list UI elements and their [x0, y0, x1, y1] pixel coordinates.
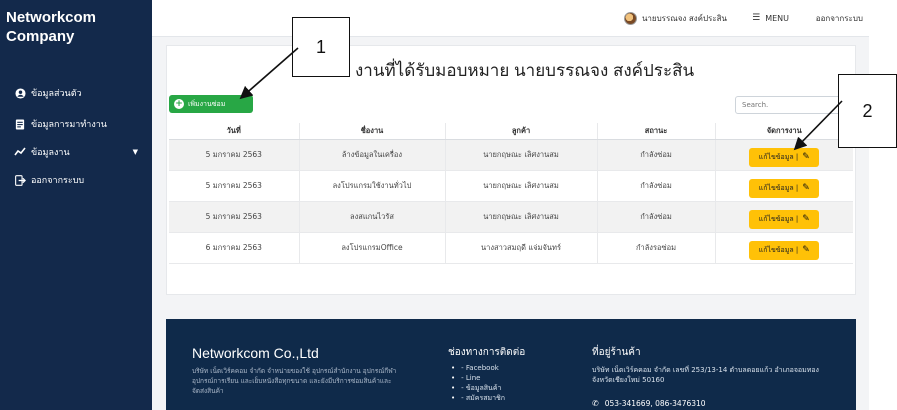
- menu-label: MENU: [765, 13, 789, 23]
- cell-task: ลงโปรแกรมใช้งานทั่วไป: [299, 170, 446, 202]
- edit-button-label: แก้ไขข้อมูล |: [758, 214, 799, 223]
- add-button-label: เพิ่มงานซ่อม: [188, 99, 226, 108]
- column-header-manage[interactable]: จัดการงาน: [715, 123, 853, 140]
- cell-date: 5 มกราคม 2563: [169, 139, 300, 171]
- edit-button-label: แก้ไขข้อมูล |: [758, 183, 799, 192]
- cell-date: 6 มกราคม 2563: [169, 232, 300, 264]
- column-header-date[interactable]: วันที่: [169, 123, 300, 140]
- cell-task: ล้างข้อมูลในเครื่อง: [299, 139, 446, 171]
- cell-action: แก้ไขข้อมูล | ✎: [715, 170, 853, 202]
- logout-link[interactable]: ออกจากระบบ: [816, 10, 863, 26]
- cell-customer: นายกฤษณะ เลิศงานสม: [445, 170, 598, 202]
- page-margin: [869, 0, 897, 410]
- footer-contact-links: - Facebook - Line - ข้อมูลสินค้า - สมัคร…: [451, 363, 505, 403]
- sidebar: Networkcom Company ข้อมูลส่วนตัว ข้อมูลก…: [0, 0, 152, 410]
- avatar: [623, 11, 637, 25]
- id-card-icon: [14, 118, 26, 130]
- app-window: Networkcom Company ข้อมูลส่วนตัว ข้อมูลก…: [0, 0, 897, 410]
- plus-circle-icon: +: [174, 99, 184, 109]
- footer: Networkcom Co.,Ltd บริษัท เน็ตเวิร์คคอม …: [166, 319, 856, 410]
- table-header-row: วันที่ ชื่องาน ลูกค้า สถานะ จัดการงาน: [169, 123, 853, 140]
- user-circle-icon: [14, 87, 26, 99]
- cell-task: ลงสแกนไวรัส: [299, 201, 446, 233]
- sidebar-item-profile[interactable]: ข้อมูลส่วนตัว: [14, 84, 82, 102]
- footer-address: บริษัท เน็ตเวิร์คคอม จำกัด เลขที่ 253/13…: [592, 366, 819, 384]
- cell-customer: นายกฤษณะ เลิศงานสม: [445, 201, 598, 233]
- footer-phone-number: 053-341669, 086-3476310: [604, 399, 706, 408]
- cell-date: 5 มกราคม 2563: [169, 170, 300, 202]
- sidebar-item-logout[interactable]: ออกจากระบบ: [14, 171, 84, 189]
- pencil-icon: ✎: [802, 245, 810, 255]
- cell-status: กำลังซ่อม: [597, 139, 716, 171]
- edit-button[interactable]: แก้ไขข้อมูล | ✎: [749, 178, 820, 198]
- add-repair-button[interactable]: + เพิ่มงานซ่อม: [169, 95, 253, 113]
- sidebar-item-work[interactable]: ข้อมูลงาน: [14, 143, 70, 161]
- edit-button-label: แก้ไขข้อมูล |: [758, 152, 799, 161]
- footer-link-line[interactable]: - Line: [451, 373, 505, 383]
- edit-button[interactable]: แก้ไขข้อมูล | ✎: [749, 240, 820, 260]
- callout-1: 1: [292, 17, 350, 77]
- footer-link-register[interactable]: - สมัครสมาชิก: [451, 393, 505, 403]
- callout-2: 2: [838, 74, 897, 148]
- footer-link-products[interactable]: - ข้อมูลสินค้า: [451, 383, 505, 393]
- pencil-icon: ✎: [802, 183, 810, 193]
- sign-out-icon: [14, 174, 26, 186]
- sidebar-item-label: ข้อมูลการมาทำงาน: [31, 120, 107, 130]
- footer-phone: ✆ 053-341669, 086-3476310: [592, 399, 706, 408]
- edit-button[interactable]: แก้ไขข้อมูล | ✎: [749, 147, 820, 167]
- topbar: นายบรรณจง สงค์ประสิน ☰ MENU ออกจากระบบ: [152, 0, 869, 37]
- cell-action: แก้ไขข้อมูล | ✎: [715, 201, 853, 233]
- sidebar-item-label: ข้อมูลงาน: [31, 148, 70, 158]
- phone-icon: ✆: [592, 399, 599, 408]
- cell-customer: นายกฤษณะ เลิศงานสม: [445, 139, 598, 171]
- cell-task: ลงโปรแกรมOffice: [299, 232, 446, 264]
- cell-status: กำลังซ่อม: [597, 201, 716, 233]
- edit-button[interactable]: แก้ไขข้อมูล | ✎: [749, 209, 820, 229]
- column-header-status[interactable]: สถานะ: [597, 123, 716, 140]
- search-input[interactable]: [735, 96, 845, 114]
- user-name: นายบรรณจง สงค์ประสิน: [641, 13, 727, 23]
- cell-action: แก้ไขข้อมูล | ✎: [715, 232, 853, 264]
- caret-down-icon[interactable]: ▼: [133, 148, 138, 156]
- menu-lines-icon: ☰: [752, 13, 761, 23]
- task-card: งานที่ได้รับมอบหมาย นายบรรณจง สงค์ประสิน…: [166, 45, 856, 295]
- footer-contact-heading: ช่องทางการติดต่อ: [448, 347, 526, 358]
- table-row: 5 มกราคม 2563 ลงโปรแกรมใช้งานทั่วไป นายก…: [169, 170, 853, 202]
- column-header-customer[interactable]: ลูกค้า: [445, 123, 598, 140]
- pencil-icon: ✎: [802, 214, 810, 224]
- cell-date: 5 มกราคม 2563: [169, 201, 300, 233]
- cell-status: กำลังซ่อม: [597, 170, 716, 202]
- pencil-icon: ✎: [802, 152, 810, 162]
- table-row: 6 มกราคม 2563 ลงโปรแกรมOffice นางสาวสมฤด…: [169, 232, 853, 264]
- cell-action: แก้ไขข้อมูล | ✎: [715, 139, 853, 171]
- cell-status: กำลังรอซ่อม: [597, 232, 716, 264]
- task-table: วันที่ ชื่องาน ลูกค้า สถานะ จัดการงาน 5 …: [169, 123, 853, 264]
- user-menu[interactable]: นายบรรณจง สงค์ประสิน: [623, 10, 727, 26]
- menu-button[interactable]: ☰ MENU: [752, 10, 789, 26]
- sidebar-item-label: ออกจากระบบ: [31, 176, 85, 186]
- footer-brand: Networkcom Co.,Ltd: [192, 345, 319, 361]
- chart-line-icon: [14, 146, 26, 158]
- edit-button-label: แก้ไขข้อมูล |: [758, 245, 799, 254]
- table-row: 5 มกราคม 2563 ลงสแกนไวรัส นายกฤษณะ เลิศง…: [169, 201, 853, 233]
- table-row: 5 มกราคม 2563 ล้างข้อมูลในเครื่อง นายกฤษ…: [169, 139, 853, 171]
- column-header-task[interactable]: ชื่องาน: [299, 123, 446, 140]
- page-title: งานที่ได้รับมอบหมาย นายบรรณจง สงค์ประสิน: [355, 61, 695, 80]
- footer-link-facebook[interactable]: - Facebook: [451, 363, 505, 373]
- cell-customer: นางสาวสมฤดี แจ่มจันทร์: [445, 232, 598, 264]
- main-content: นายบรรณจง สงค์ประสิน ☰ MENU ออกจากระบบ ง…: [152, 0, 869, 410]
- brand-logo-text[interactable]: Networkcom Company: [6, 8, 146, 46]
- sidebar-item-attendance[interactable]: ข้อมูลการมาทำงาน: [14, 115, 107, 133]
- footer-description: บริษัท เน็ตเวิร์คคอม จำกัด จำหน่ายของใช้…: [192, 367, 397, 395]
- sidebar-item-label: ข้อมูลส่วนตัว: [31, 89, 82, 99]
- footer-address-heading: ที่อยู่ร้านค้า: [592, 347, 641, 358]
